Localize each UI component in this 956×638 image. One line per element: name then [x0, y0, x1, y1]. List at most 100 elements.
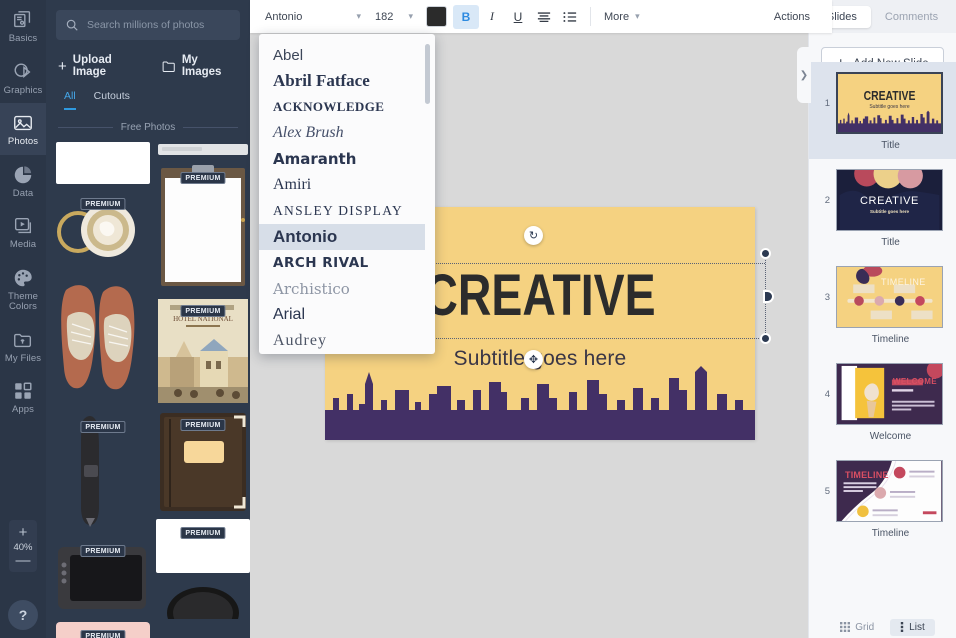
- font-family-dropdown[interactable]: Abel Abril Fatface ACKNOWLEDGE Alex Brus…: [259, 34, 435, 354]
- slide-caption: Title: [809, 136, 956, 159]
- bold-label: B: [461, 9, 471, 24]
- font-size-select[interactable]: 182 ▾: [368, 5, 420, 28]
- help-button[interactable]: ?: [8, 600, 38, 630]
- photo-thumb[interactable]: PREMIUM: [156, 519, 250, 573]
- dropdown-scrollbar[interactable]: [425, 44, 430, 104]
- sidebar-item-media[interactable]: Media: [0, 206, 46, 258]
- slide-thumb-row[interactable]: 1 CREATIVE Subtitle goes here: [809, 62, 956, 136]
- photo-thumb[interactable]: PREMIUM: [56, 622, 150, 638]
- list-view-button[interactable]: List: [890, 618, 935, 636]
- sidebar-label: Data: [12, 187, 34, 199]
- selection-handle-bottom-right[interactable]: [760, 333, 771, 344]
- photo-thumb[interactable]: PREMIUM: [56, 413, 150, 531]
- more-button[interactable]: More ▾: [598, 11, 646, 23]
- font-option[interactable]: ACKNOWLEDGE: [259, 94, 425, 120]
- editor-canvas: Antonio ▾ 182 ▾ B I U More ▾ Actions CRE…: [250, 0, 832, 638]
- premium-badge: PREMIUM: [180, 419, 226, 431]
- my-images-button[interactable]: My Images: [162, 54, 238, 78]
- list-label: List: [909, 621, 925, 633]
- font-option-selected[interactable]: Antonio: [259, 224, 425, 250]
- slide-thumbnail[interactable]: CREATIVE Subtitle goes here: [836, 72, 943, 134]
- rotate-handle[interactable]: ↻: [524, 226, 543, 245]
- font-size-value: 182: [375, 10, 394, 23]
- list-button[interactable]: [557, 5, 583, 29]
- slide-thumbnail[interactable]: TIMELINE: [836, 460, 943, 522]
- photo-thumb[interactable]: PREMIUM: [156, 164, 250, 291]
- photo-thumb[interactable]: PREMIUM: [156, 411, 250, 513]
- slide-caption: Welcome: [869, 431, 912, 442]
- sidebar-label: Media: [9, 239, 37, 250]
- font-option[interactable]: Arial: [259, 302, 425, 328]
- font-option[interactable]: ANSLEY DISPLAY: [259, 198, 425, 224]
- slide-number: 5: [824, 485, 830, 497]
- actions-button[interactable]: Actions: [774, 11, 824, 23]
- photos-tabs: All Cutouts: [46, 78, 250, 110]
- slide-thumb-row[interactable]: 2 CREATIVE Subtitle goes here: [809, 159, 956, 233]
- section-divider-free-photos: Free Photos: [58, 122, 239, 133]
- slide-thumbnail[interactable]: WELCOME: [836, 363, 943, 425]
- photo-thumb[interactable]: [156, 579, 250, 619]
- format-toolbar: Antonio ▾ 182 ▾ B I U More ▾ Actions: [250, 0, 832, 33]
- selection-handle-top-right[interactable]: [760, 248, 771, 259]
- premium-badge: PREMIUM: [180, 527, 226, 539]
- slides-panel: Slides Comments + Add New Slide ❯ 1 CREA…: [797, 0, 956, 638]
- font-option[interactable]: Alex Brush: [259, 120, 425, 146]
- panel-collapse-button[interactable]: ❯: [797, 47, 811, 103]
- slide-thumb-row[interactable]: 4 WELCOME: [809, 353, 956, 427]
- photo-thumb[interactable]: PREMIUM: [56, 190, 150, 268]
- shoes-photo: [61, 285, 135, 390]
- align-button[interactable]: [531, 5, 557, 29]
- zoom-out-button[interactable]: —: [16, 553, 31, 568]
- slide-thumb-row[interactable]: 5 TIMELINE: [809, 450, 956, 524]
- sidebar-item-data[interactable]: Data: [0, 155, 46, 207]
- tab-all[interactable]: All: [64, 90, 76, 110]
- sidebar-label: Theme Colors: [7, 290, 39, 312]
- gray-bar-photo: [158, 144, 248, 155]
- font-option[interactable]: Amiri: [259, 172, 425, 198]
- font-family-select[interactable]: Antonio ▾: [258, 5, 368, 28]
- slide-thumbnail[interactable]: TIMELINE: [836, 266, 943, 328]
- divider-line-right: [183, 127, 239, 128]
- align-left-icon: [537, 11, 551, 22]
- zoom-control[interactable]: + 40% —: [9, 520, 37, 572]
- move-handle[interactable]: ✥: [524, 350, 543, 369]
- sidebar-item-graphics[interactable]: Graphics: [0, 52, 46, 104]
- sidebar-item-my-files[interactable]: My Files: [0, 320, 46, 372]
- photo-grid: PREMIUM PREMIUM PREMIUM PREMIUM PREMIUM …: [46, 142, 250, 638]
- tab-comments[interactable]: Comments: [871, 6, 952, 28]
- search-input[interactable]: [87, 19, 231, 31]
- font-option[interactable]: Abel: [259, 42, 425, 68]
- slide-number: 3: [824, 291, 830, 303]
- sidebar-item-basics[interactable]: Basics: [0, 0, 46, 52]
- chevron-down-icon: ▾: [356, 11, 361, 21]
- sidebar-item-theme-colors[interactable]: Theme Colors: [0, 258, 46, 320]
- zoom-in-button[interactable]: +: [19, 525, 28, 540]
- photo-thumb[interactable]: [156, 142, 250, 158]
- bold-button[interactable]: B: [453, 4, 479, 29]
- underline-label: U: [513, 9, 523, 24]
- font-option[interactable]: Audrey: [259, 328, 425, 354]
- photo-thumb[interactable]: HOTEL NATIONAL PREMIUM: [156, 297, 250, 405]
- photo-thumb[interactable]: [56, 142, 150, 184]
- sidebar-item-apps[interactable]: Apps: [0, 371, 46, 423]
- video-icon: [14, 217, 32, 234]
- font-option[interactable]: Abril Fatface: [259, 68, 425, 94]
- selection-handle-right-middle[interactable]: [763, 290, 774, 303]
- font-option[interactable]: Amaranth: [259, 146, 425, 172]
- tab-cutouts[interactable]: Cutouts: [94, 90, 130, 110]
- slide-thumbnail[interactable]: CREATIVE Subtitle goes here: [836, 169, 943, 231]
- sidebar-item-photos[interactable]: Photos: [0, 103, 46, 155]
- font-option[interactable]: Archistico: [259, 276, 425, 302]
- font-option[interactable]: ARCH RIVAL: [259, 250, 425, 276]
- photo-thumb[interactable]: PREMIUM: [56, 537, 150, 616]
- text-color-swatch[interactable]: [426, 6, 447, 27]
- slide-thumb-row[interactable]: 3 TIMELINE: [809, 256, 956, 330]
- slides-list: 1 CREATIVE Subtitle goes here Title 2 CR…: [809, 62, 956, 616]
- underline-button[interactable]: U: [505, 5, 531, 29]
- search-box[interactable]: [56, 10, 240, 40]
- photo-thumb[interactable]: [56, 274, 150, 407]
- upload-image-button[interactable]: + Upload Image: [58, 54, 144, 78]
- grid-view-button[interactable]: Grid: [830, 619, 884, 636]
- toolbar-divider: [590, 7, 591, 26]
- italic-button[interactable]: I: [479, 5, 505, 29]
